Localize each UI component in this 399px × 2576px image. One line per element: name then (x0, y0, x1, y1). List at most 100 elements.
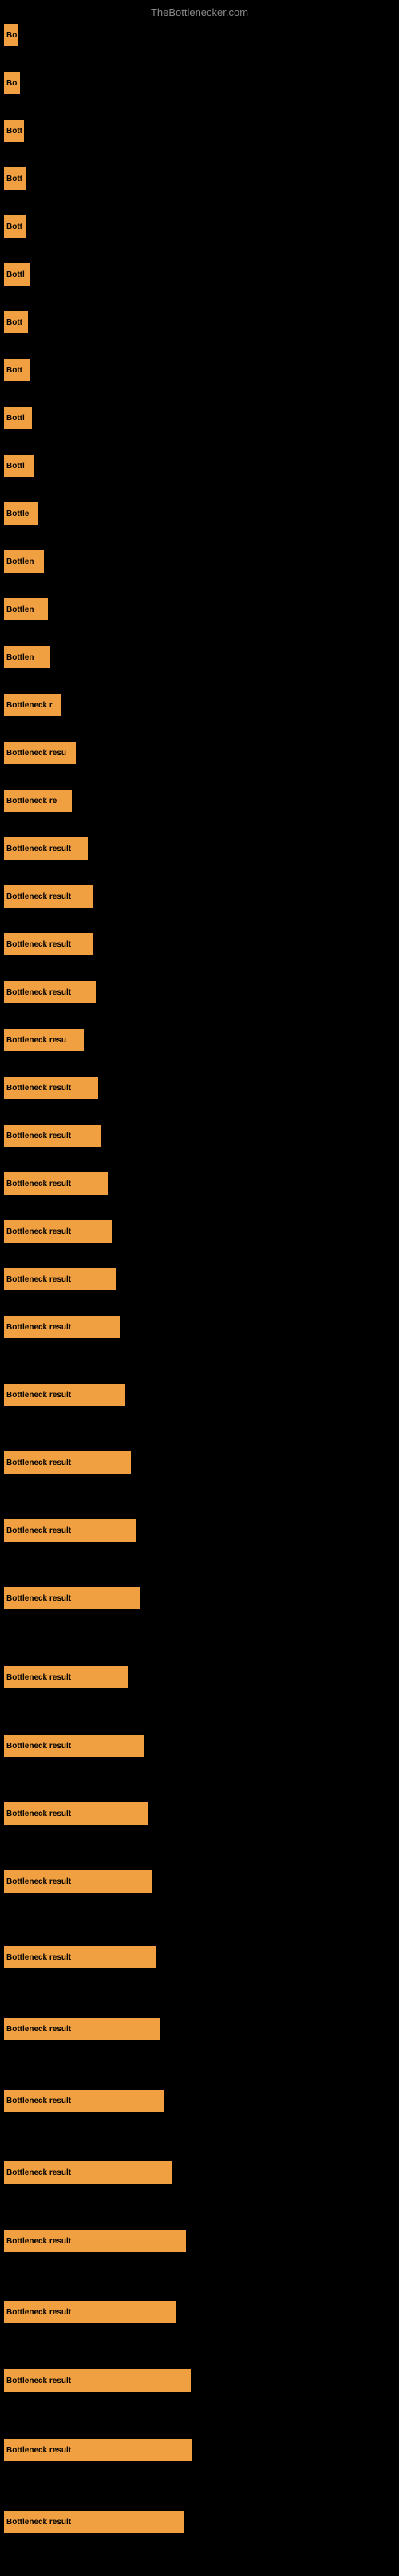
bar: Bott (4, 120, 24, 142)
site-title: TheBottlenecker.com (0, 0, 399, 22)
bar-label: Bottleneck result (6, 2308, 71, 2317)
bar-label: Bottleneck result (6, 2518, 71, 2527)
bar: Bottleneck result (4, 885, 93, 908)
bar-item: Bottleneck result (4, 1802, 148, 1825)
bar-label: Bottleneck result (6, 1275, 71, 1284)
bar-item: Bottleneck re (4, 790, 72, 812)
bar-label: Bottlen (6, 557, 34, 566)
bar: Bottleneck result (4, 981, 96, 1003)
bar: Bottleneck result (4, 1946, 156, 1968)
bar-item: Bottleneck result (4, 1316, 120, 1338)
bar: Bottleneck resu (4, 1029, 84, 1051)
bar-item: Bottlen (4, 550, 44, 573)
bar: Bottl (4, 263, 30, 286)
bar: Bottlen (4, 550, 44, 573)
bar-item: Bottl (4, 407, 32, 429)
bar-label: Bottleneck result (6, 940, 71, 949)
bar-label: Bottleneck result (6, 2377, 71, 2385)
bar-label: Bottleneck result (6, 1810, 71, 1818)
bar-item: Bo (4, 24, 18, 46)
bar-label: Bott (6, 366, 22, 375)
bar-item: Bott (4, 167, 26, 190)
bar: Bottleneck result (4, 2161, 172, 2184)
bar-label: Bottleneck result (6, 2097, 71, 2105)
bar-item: Bottleneck result (4, 2018, 160, 2040)
bars-container: Bo Bo Bott Bott Bott Bottl Bott Bott Bottl Bottl B… (0, 24, 399, 2576)
bar: Bott (4, 311, 28, 333)
bar-item: Bott (4, 120, 24, 142)
bar-item: Bottleneck result (4, 2161, 172, 2184)
bar-label: Bottleneck result (6, 1132, 71, 1140)
bar-item: Bottleneck result (4, 2439, 192, 2461)
bar-item: Bo (4, 72, 20, 94)
bar: Bottleneck result (4, 1220, 112, 1243)
bar-label: Bottleneck result (6, 2446, 71, 2455)
bar-label: Bott (6, 127, 22, 136)
bar-label: Bottleneck result (6, 1391, 71, 1400)
bar-label: Bottleneck result (6, 1084, 71, 1093)
bar-label: Bottleneck result (6, 988, 71, 997)
bar: Bottleneck result (4, 1384, 125, 1406)
bar-label: Bottle (6, 510, 29, 518)
bar-item: Bottleneck result (4, 1587, 140, 1609)
bar-label: Bottleneck result (6, 2237, 71, 2246)
bar: Bottleneck result (4, 1268, 116, 1290)
bar-item: Bottleneck result (4, 1735, 144, 1757)
bar-label: Bottleneck resu (6, 749, 66, 758)
bar-item: Bottleneck result (4, 1451, 131, 1474)
bar-label: Bottleneck result (6, 1526, 71, 1535)
bar-label: Bottleneck resu (6, 1036, 66, 1045)
bar-label: Bottleneck result (6, 1953, 71, 1962)
bar: Bottleneck result (4, 1125, 101, 1147)
bar-item: Bottleneck result (4, 2511, 184, 2533)
bar: Bott (4, 359, 30, 381)
bar-item: Bott (4, 359, 30, 381)
bar: Bottleneck result (4, 1077, 98, 1099)
bar-item: Bottleneck result (4, 2230, 186, 2252)
bar: Bottleneck result (4, 2369, 191, 2392)
bar-label: Bottleneck result (6, 1459, 71, 1467)
bar: Bottleneck resu (4, 742, 76, 764)
bar: Bottle (4, 502, 38, 525)
bar-label: Bottleneck re (6, 797, 57, 805)
bar-label: Bott (6, 223, 22, 231)
bar-item: Bottleneck result (4, 1172, 108, 1195)
bar: Bottleneck result (4, 2230, 186, 2252)
bar-item: Bottleneck result (4, 933, 93, 955)
bar-item: Bott (4, 215, 26, 238)
bar-item: Bottleneck result (4, 2369, 191, 2392)
bar-item: Bottleneck result (4, 1268, 116, 1290)
bar-label: Bottlen (6, 653, 34, 662)
bar-item: Bottleneck result (4, 1220, 112, 1243)
bar-item: Bott (4, 311, 28, 333)
bar: Bottleneck result (4, 2090, 164, 2112)
bar: Bottleneck result (4, 1666, 128, 1688)
bar-label: Bottleneck result (6, 2025, 71, 2034)
bar-label: Bottleneck result (6, 845, 71, 853)
bar-label: Bott (6, 175, 22, 183)
bar-label: Bo (6, 31, 17, 40)
bar-item: Bottleneck result (4, 1125, 101, 1147)
bar-item: Bottlen (4, 598, 48, 620)
bar-label: Bottl (6, 462, 25, 471)
bar-item: Bottleneck result (4, 1077, 98, 1099)
bar-item: Bottl (4, 455, 34, 477)
bar: Bottleneck result (4, 2018, 160, 2040)
bar-item: Bottleneck result (4, 981, 96, 1003)
bar-item: Bottleneck result (4, 1384, 125, 1406)
bar-label: Bott (6, 318, 22, 327)
bar-item: Bottl (4, 263, 30, 286)
bar: Bottleneck re (4, 790, 72, 812)
bar: Bo (4, 72, 20, 94)
bar: Bottleneck result (4, 1451, 131, 1474)
bar: Bottleneck result (4, 1172, 108, 1195)
bar: Bottlen (4, 646, 50, 668)
bar: Bottleneck result (4, 1316, 120, 1338)
bar: Bottleneck result (4, 1587, 140, 1609)
bar-item: Bottleneck result (4, 2301, 176, 2323)
bar-label: Bottleneck result (6, 1673, 71, 1682)
bar-item: Bottleneck result (4, 1666, 128, 1688)
bar: Bo (4, 24, 18, 46)
bar-item: Bottleneck r (4, 694, 61, 716)
bar-label: Bottleneck result (6, 1594, 71, 1603)
